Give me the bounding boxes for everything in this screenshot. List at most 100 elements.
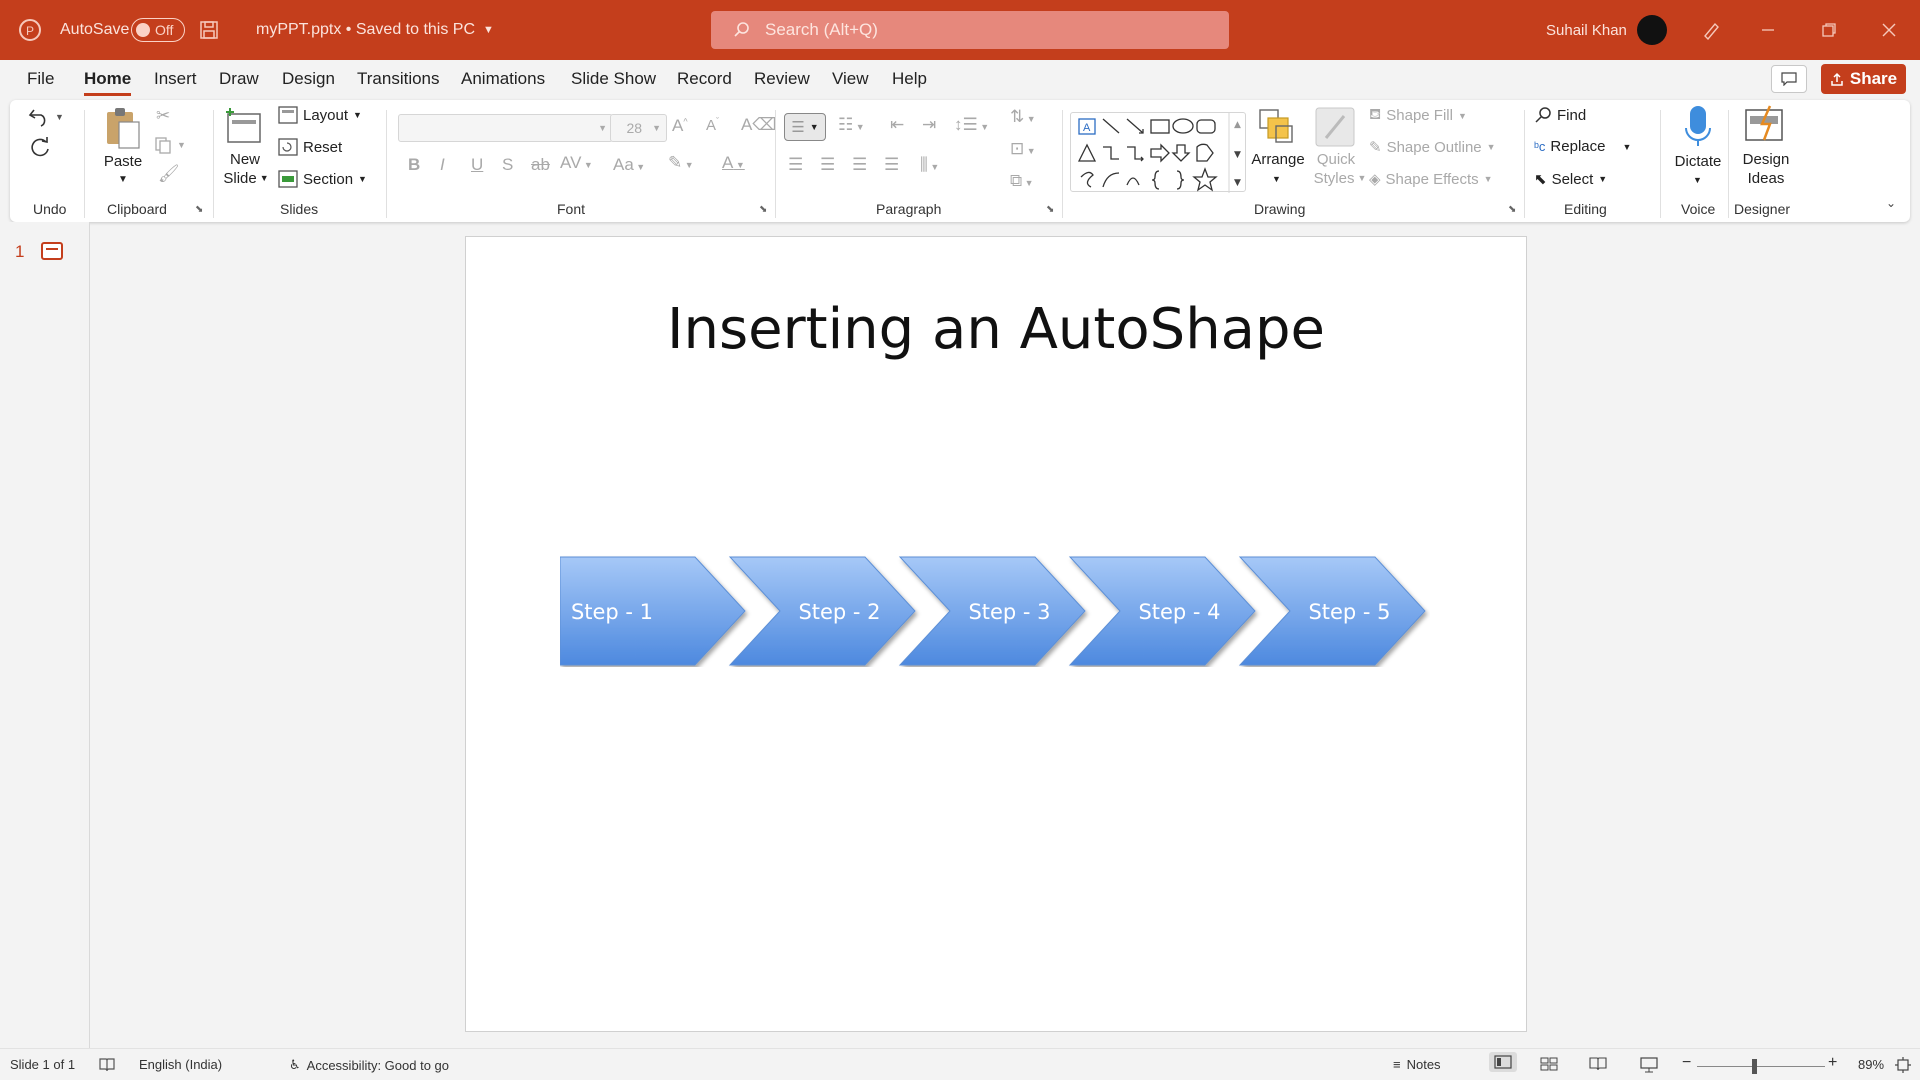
italic-icon[interactable]: I [440, 155, 445, 175]
shape-outline-button[interactable]: ✎ Shape Outline ▼ [1369, 138, 1496, 157]
zoom-slider[interactable] [1697, 1066, 1825, 1067]
new-slide-icon[interactable] [224, 106, 264, 146]
paste-icon[interactable] [103, 106, 143, 150]
justify-icon[interactable]: ☰ [884, 155, 899, 175]
redo-button[interactable] [28, 136, 52, 160]
align-center-icon[interactable]: ☰ [820, 155, 835, 175]
language-indicator[interactable]: English (India) [139, 1057, 222, 1072]
shrink-font-icon[interactable]: Aˇ [706, 116, 719, 134]
dialog-launcher-icon[interactable]: ⬊ [195, 204, 203, 215]
quick-styles-icon[interactable] [1314, 106, 1356, 148]
zoom-slider-thumb[interactable] [1752, 1059, 1757, 1074]
decrease-indent-icon[interactable]: ⇤ [890, 115, 904, 135]
strikethrough-icon[interactable]: ab [531, 155, 550, 175]
text-shadow-icon[interactable]: S [502, 155, 513, 175]
grow-font-icon[interactable]: A^ [672, 116, 688, 136]
minimize-icon[interactable] [1760, 0, 1776, 60]
tab-transitions[interactable]: Transitions [357, 69, 440, 89]
fit-to-window-icon[interactable] [1895, 1057, 1911, 1073]
restore-icon[interactable] [1821, 0, 1837, 60]
dialog-launcher-icon[interactable]: ⬊ [759, 204, 767, 215]
reading-view-icon[interactable] [1589, 1057, 1607, 1071]
line-spacing-icon[interactable]: ↕☰ ▼ [954, 115, 989, 135]
chevron-step[interactable]: Step - 2 [728, 556, 916, 666]
chevron-step[interactable]: Step - 1 [560, 556, 746, 666]
new-slide-label-1[interactable]: New [222, 150, 268, 169]
arrange-icon[interactable] [1256, 106, 1296, 146]
columns-icon[interactable]: ⫼ ▼ [920, 155, 939, 175]
file-name-dropdown[interactable]: myPPT.pptx • Saved to this PC ▼ [256, 0, 494, 60]
font-name-combo[interactable]: ▼ [398, 114, 613, 142]
arrange-button[interactable]: Arrange [1246, 150, 1310, 169]
tab-animations[interactable]: Animations [461, 69, 545, 89]
comments-button[interactable] [1771, 65, 1807, 93]
zoom-level[interactable]: 89% [1858, 1057, 1884, 1072]
find-button[interactable]: Find [1534, 106, 1586, 124]
zoom-out-icon[interactable]: − [1682, 1054, 1691, 1072]
tab-file[interactable]: File [27, 69, 54, 89]
bullets-button[interactable]: ☰ ▼ [784, 113, 826, 141]
chevron-step[interactable]: Step - 3 [898, 556, 1086, 666]
slide-canvas[interactable]: Inserting an AutoShape Step - 1 Step - 2S… [465, 236, 1527, 1032]
convert-to-smartart-icon[interactable]: ⧉ ▼ [1010, 171, 1034, 191]
dialog-launcher-icon[interactable]: ⬊ [1508, 204, 1516, 215]
search-box[interactable]: Search (Alt+Q) [711, 11, 1229, 49]
normal-view-icon[interactable] [1489, 1052, 1517, 1072]
copy-button[interactable]: ▼ [154, 136, 186, 154]
tab-design[interactable]: Design [282, 69, 335, 89]
user-name[interactable]: Suhail Khan [1546, 0, 1627, 60]
font-size-combo[interactable]: 28 ▼ [610, 114, 667, 142]
slide-title[interactable]: Inserting an AutoShape [466, 297, 1526, 362]
pen-icon[interactable] [1701, 0, 1721, 60]
undo-button[interactable]: ▼ [28, 106, 64, 128]
underline-icon[interactable]: U [471, 155, 483, 175]
change-case-icon[interactable]: Aa ▼ [613, 155, 645, 175]
highlight-color-icon[interactable]: ✎ ▼ [668, 153, 694, 173]
replace-button[interactable]: ᵇc Replace ▼ [1534, 138, 1631, 155]
design-ideas-label-1[interactable]: Design [1736, 150, 1796, 169]
shape-fill-button[interactable]: ⛾ Shape Fill ▼ [1369, 106, 1467, 125]
shapes-gallery[interactable]: A ▲ ▼ ▼ [1070, 112, 1246, 193]
reset-button[interactable]: Reset [278, 138, 342, 156]
close-icon[interactable] [1881, 0, 1897, 60]
design-ideas-label-2[interactable]: Ideas [1736, 169, 1796, 188]
format-painter-icon[interactable]: 🖌 [158, 164, 180, 184]
clear-formatting-icon[interactable]: A⌫ [741, 115, 776, 135]
section-button[interactable]: Section ▼ [278, 170, 367, 188]
dialog-launcher-icon[interactable]: ⬊ [1046, 204, 1054, 215]
paste-button[interactable]: Paste [102, 152, 144, 171]
shape-effects-button[interactable]: ◈ Shape Effects ▼ [1369, 170, 1493, 189]
align-right-icon[interactable]: ☰ [852, 155, 867, 175]
quick-styles-label-1[interactable]: Quick [1308, 150, 1364, 169]
spell-check-icon[interactable] [98, 1057, 116, 1073]
align-text-icon[interactable]: ⊡ ▼ [1010, 139, 1036, 159]
increase-indent-icon[interactable]: ⇥ [922, 115, 936, 135]
slide-sorter-icon[interactable] [1540, 1057, 1558, 1071]
autosave-toggle[interactable]: Off [131, 0, 185, 60]
tab-record[interactable]: Record [677, 69, 732, 89]
quick-styles-button[interactable]: Styles ▼ [1308, 169, 1372, 188]
accessibility-checker[interactable]: ♿ Accessibility: Good to go [289, 1057, 449, 1073]
numbering-icon[interactable]: ☷ ▼ [838, 115, 865, 135]
zoom-in-icon[interactable]: + [1828, 1054, 1837, 1072]
slide-show-icon[interactable] [1640, 1057, 1658, 1073]
design-ideas-icon[interactable] [1742, 104, 1786, 144]
tab-view[interactable]: View [832, 69, 869, 89]
text-direction-icon[interactable]: ⇅ ▼ [1010, 107, 1036, 127]
font-color-icon[interactable]: A ▼ [722, 153, 745, 173]
chevron-step[interactable]: Step - 4 [1068, 556, 1256, 666]
microphone-icon[interactable] [1684, 104, 1712, 148]
chevron-step[interactable]: Step - 5 [1238, 556, 1426, 666]
new-slide-button[interactable]: Slide ▼ [220, 169, 272, 188]
slide-thumbnail[interactable] [41, 242, 63, 260]
notes-button[interactable]: ≡ Notes [1393, 1057, 1441, 1072]
tab-review[interactable]: Review [754, 69, 810, 89]
tab-insert[interactable]: Insert [154, 69, 197, 89]
tab-slide-show[interactable]: Slide Show [571, 69, 656, 89]
share-button[interactable]: Share [1821, 64, 1906, 94]
avatar[interactable] [1637, 0, 1667, 60]
tab-draw[interactable]: Draw [219, 69, 259, 89]
tab-home[interactable]: Home [84, 69, 131, 89]
align-left-icon[interactable]: ☰ [788, 155, 803, 175]
tab-help[interactable]: Help [892, 69, 927, 89]
